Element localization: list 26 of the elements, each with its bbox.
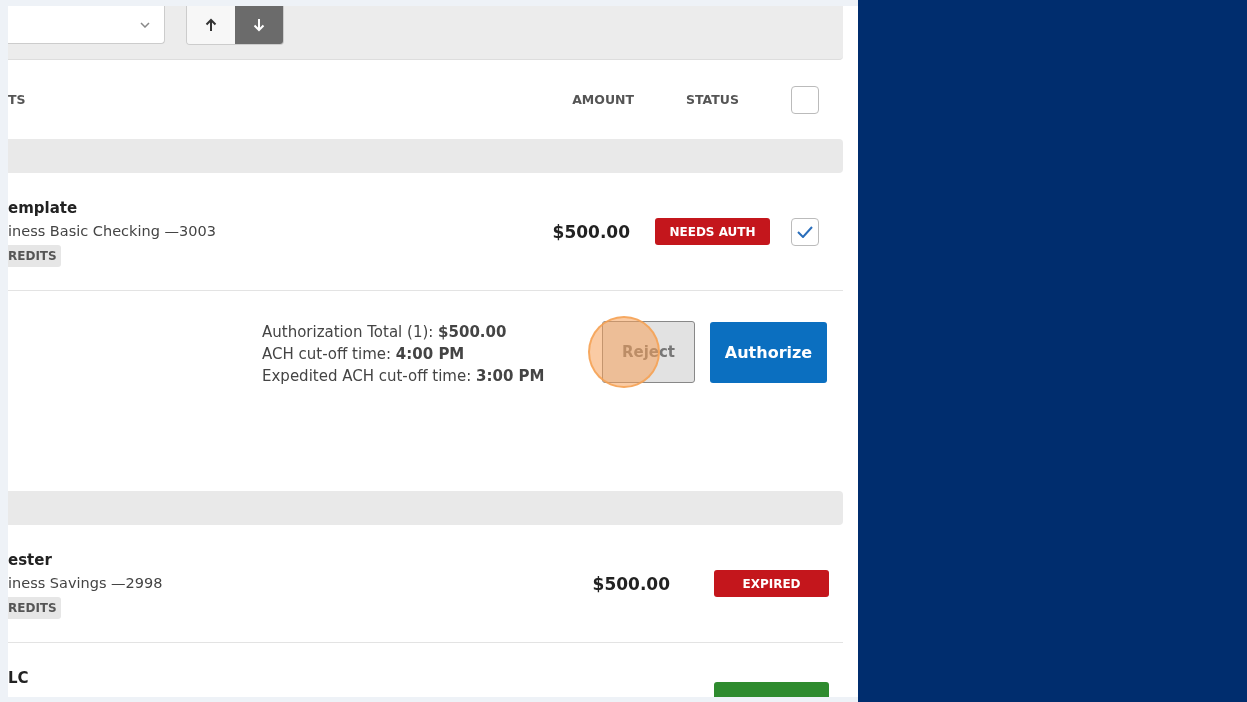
sort-descending-button[interactable] bbox=[235, 6, 283, 44]
status-header: STATUS bbox=[686, 92, 739, 107]
account-label: iness Savings —2998 bbox=[8, 575, 164, 591]
status-badge: EXPIRED bbox=[714, 570, 829, 597]
sort-ascending-button[interactable] bbox=[187, 6, 235, 44]
type-tag: REDITS bbox=[8, 597, 61, 619]
amount-header: AMOUNT bbox=[572, 92, 635, 107]
type-tag: REDITS bbox=[8, 245, 61, 267]
authorization-info: Expedited ACH cut-off time: 3:00 PM bbox=[262, 366, 546, 387]
column-header: TS bbox=[8, 92, 27, 107]
amount: $500.00 bbox=[552, 221, 630, 242]
authorization-info: ACH cut-off time: 4:00 PM bbox=[262, 344, 466, 365]
payee-name: LC bbox=[8, 669, 30, 687]
payee-name: ester bbox=[8, 551, 53, 569]
down-arrow-icon bbox=[253, 18, 265, 32]
chevron-icon bbox=[140, 21, 150, 28]
select-all-checkbox[interactable] bbox=[791, 85, 819, 114]
row-checkbox[interactable] bbox=[791, 217, 819, 246]
authorize-button[interactable]: Authorize bbox=[710, 322, 827, 383]
check-icon bbox=[797, 225, 813, 238]
account-label: iness Basic Checking —3003 bbox=[8, 223, 217, 239]
status-badge: NEEDS AUTH bbox=[655, 218, 770, 245]
amount: $500.00 bbox=[592, 573, 670, 594]
up-arrow-icon bbox=[205, 18, 217, 32]
payee-name: emplate bbox=[8, 199, 79, 217]
authorization-info: Authorization Total (1): $500.00 bbox=[262, 322, 508, 343]
